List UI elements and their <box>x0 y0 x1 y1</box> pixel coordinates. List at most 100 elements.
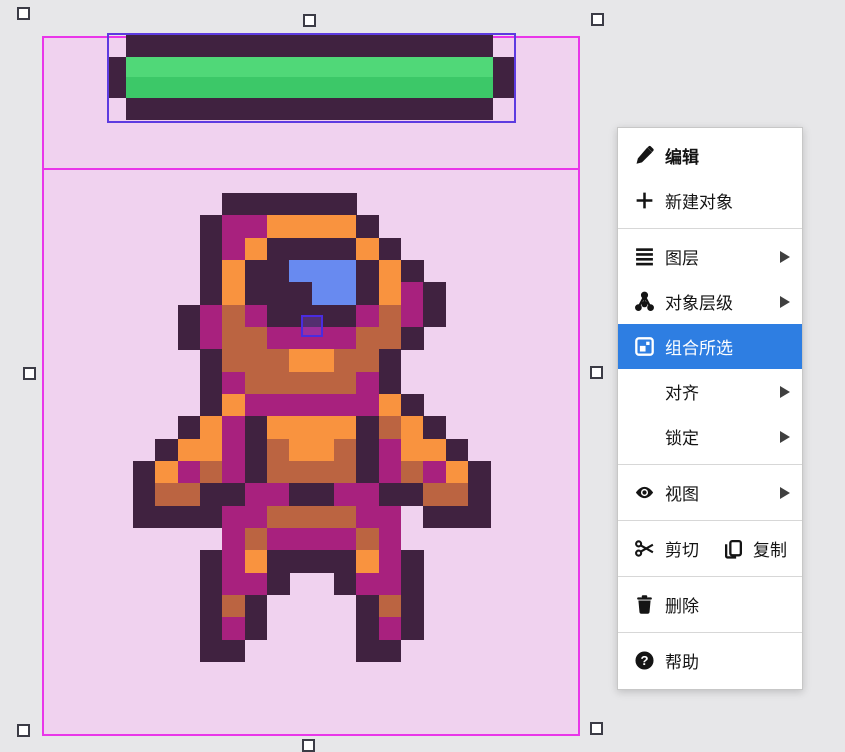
sprite-pixel[interactable] <box>267 304 290 328</box>
sprite-pixel[interactable] <box>289 394 313 417</box>
sprite-pixel[interactable] <box>155 461 179 484</box>
sprite-pixel[interactable] <box>222 394 246 417</box>
sprite-pixel[interactable] <box>423 438 447 462</box>
sprite-pixel[interactable] <box>356 371 380 395</box>
sprite-pixel[interactable] <box>378 394 402 417</box>
sprite-pixel[interactable] <box>401 572 424 596</box>
sprite-pixel[interactable] <box>222 461 246 484</box>
sprite-pixel[interactable] <box>222 483 246 507</box>
sprite-pixel[interactable] <box>289 193 313 216</box>
sprite-pixel[interactable] <box>289 438 313 462</box>
sprite-pixel[interactable] <box>334 572 357 596</box>
sprite-pixel[interactable] <box>267 394 290 417</box>
sprite-pixel[interactable] <box>289 528 313 551</box>
sprite-pixel[interactable] <box>311 416 335 440</box>
sprite-pixel[interactable] <box>334 349 357 373</box>
sprite-pixel[interactable] <box>200 594 223 618</box>
sprite-pixel[interactable] <box>334 304 357 328</box>
sprite-pixel[interactable] <box>289 505 313 529</box>
sprite-pixel[interactable] <box>133 483 156 507</box>
sprite-pixel[interactable] <box>378 639 402 663</box>
sprite-pixel[interactable] <box>200 572 223 596</box>
sprite-pixel[interactable] <box>311 260 335 283</box>
sprite-pixel[interactable] <box>378 461 402 484</box>
sprite-pixel[interactable] <box>222 349 246 373</box>
transform-handle-1[interactable] <box>303 14 316 27</box>
sprite-pixel[interactable] <box>200 215 223 239</box>
sprite-pixel[interactable] <box>133 461 156 484</box>
sprite-pixel[interactable] <box>244 594 268 618</box>
sprite-pixel[interactable] <box>311 528 335 551</box>
sprite-pixel[interactable] <box>244 483 268 507</box>
sprite-pixel[interactable] <box>200 394 223 417</box>
sprite-pixel[interactable] <box>222 639 246 663</box>
sprite-pixel[interactable] <box>244 193 268 216</box>
sprite-pixel[interactable] <box>244 617 268 641</box>
menu-item-delete[interactable]: 删除 <box>618 582 802 627</box>
sprite-pixel[interactable] <box>311 282 335 306</box>
sprite-pixel[interactable] <box>356 550 380 574</box>
sprite-pixel[interactable] <box>222 215 246 239</box>
sprite-pixel[interactable] <box>200 550 223 574</box>
sprite-pixel[interactable] <box>334 394 357 417</box>
menu-item-lock[interactable]: 锁定 <box>618 414 802 459</box>
sprite-pixel[interactable] <box>222 416 246 440</box>
sprite-pixel[interactable] <box>289 371 313 395</box>
sprite-pixel[interactable] <box>401 594 424 618</box>
sprite-pixel[interactable] <box>356 237 380 261</box>
sprite-pixel[interactable] <box>356 594 380 618</box>
sprite-pixel[interactable] <box>356 327 380 350</box>
sprite-pixel[interactable] <box>401 461 424 484</box>
sprite-pixel[interactable] <box>356 483 380 507</box>
sprite-pixel[interactable] <box>423 304 447 328</box>
sprite-pixel[interactable] <box>311 349 335 373</box>
sprite-pixel[interactable] <box>311 394 335 417</box>
transform-handle-7[interactable] <box>590 722 603 735</box>
sprite-pixel[interactable] <box>267 237 290 261</box>
sprite-pixel[interactable] <box>289 260 313 283</box>
sprite-pixel[interactable] <box>200 282 223 306</box>
sprite-pixel[interactable] <box>378 438 402 462</box>
transform-handle-3[interactable] <box>23 367 36 380</box>
sprite-pixel[interactable] <box>267 528 290 551</box>
sprite-pixel[interactable] <box>267 282 290 306</box>
sprite-pixel[interactable] <box>222 237 246 261</box>
sprite-pixel[interactable] <box>267 505 290 529</box>
sprite-pixel[interactable] <box>445 438 469 462</box>
sprite-pixel[interactable] <box>267 215 290 239</box>
sprite-pixel[interactable] <box>378 237 402 261</box>
sprite-pixel[interactable] <box>267 461 290 484</box>
sprite-pixel[interactable] <box>244 349 268 373</box>
sprite-pixel[interactable] <box>401 304 424 328</box>
sprite-pixel[interactable] <box>378 371 402 395</box>
sprite-pixel[interactable] <box>445 505 469 529</box>
sprite-pixel[interactable] <box>378 260 402 283</box>
sprite-pixel[interactable] <box>467 505 491 529</box>
sprite-pixel[interactable] <box>356 394 380 417</box>
sprite-pixel[interactable] <box>200 349 223 373</box>
sprite-pixel[interactable] <box>423 483 447 507</box>
sprite-pixel[interactable] <box>423 461 447 484</box>
sprite-pixel[interactable] <box>356 282 380 306</box>
sprite-pixel[interactable] <box>177 304 201 328</box>
sprite-pixel[interactable] <box>222 193 246 216</box>
sprite-pixel[interactable] <box>334 282 357 306</box>
sprite-pixel[interactable] <box>334 483 357 507</box>
sprite-pixel[interactable] <box>177 483 201 507</box>
sprite-pixel[interactable] <box>378 550 402 574</box>
sprite-pixel[interactable] <box>244 327 268 350</box>
sprite-pixel[interactable] <box>311 461 335 484</box>
sprite-pixel[interactable] <box>378 594 402 618</box>
sprite-pixel[interactable] <box>356 639 380 663</box>
sprite-pixel[interactable] <box>423 416 447 440</box>
healthbar-selection-rect[interactable] <box>107 33 516 123</box>
sprite-pixel[interactable] <box>378 505 402 529</box>
menu-item-new-object[interactable]: 新建对象 <box>618 178 802 223</box>
sprite-pixel[interactable] <box>133 505 156 529</box>
sprite-pixel[interactable] <box>378 572 402 596</box>
sprite-pixel[interactable] <box>289 215 313 239</box>
sprite-pixel[interactable] <box>378 349 402 373</box>
sprite-pixel[interactable] <box>401 282 424 306</box>
sprite-pixel[interactable] <box>177 438 201 462</box>
sprite-pixel[interactable] <box>401 483 424 507</box>
